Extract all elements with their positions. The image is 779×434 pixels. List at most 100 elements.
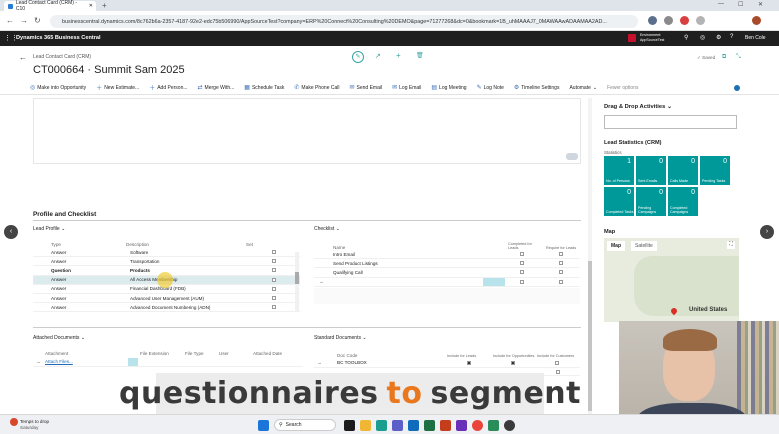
- action-new-estimate[interactable]: ＋ New Estimate...: [96, 83, 139, 93]
- set-checkbox[interactable]: [272, 277, 276, 282]
- checklist-name-cell[interactable]: Send Product Listings: [333, 261, 483, 266]
- stat-tile[interactable]: 1 No. of Persons: [604, 156, 634, 185]
- profile-avatar-icon[interactable]: [752, 16, 761, 25]
- browser-tab[interactable]: Lead Contact Card (CRM) - C10 ✕: [4, 0, 96, 12]
- back-arrow-icon[interactable]: ←: [19, 53, 27, 62]
- reload-icon[interactable]: ↻: [34, 16, 41, 25]
- attached-documents-heading[interactable]: Attached Documents ⌄: [33, 335, 85, 341]
- info-icon[interactable]: [734, 85, 740, 91]
- table-row[interactable]: →: [314, 277, 580, 287]
- stat-tile[interactable]: 0 Sent Emails: [636, 156, 666, 185]
- action-send-email[interactable]: ✉ Send Email: [350, 84, 383, 92]
- map-view[interactable]: Map Satellite ⛶ United States: [604, 238, 739, 322]
- lead-profile-heading[interactable]: Lead Profile ⌄: [33, 226, 65, 232]
- include-opportunities-checkbox[interactable]: [511, 360, 515, 365]
- include-customers-checkbox[interactable]: [556, 369, 560, 374]
- fullscreen-icon[interactable]: ⛶: [727, 241, 735, 249]
- required-checkbox[interactable]: [559, 261, 563, 266]
- new-record-icon[interactable]: +: [396, 51, 401, 60]
- stat-tile[interactable]: 0 Completed Campaigns: [668, 187, 698, 216]
- forward-icon[interactable]: →: [20, 16, 28, 25]
- completed-checkbox[interactable]: [520, 270, 524, 275]
- include-customers-checkbox[interactable]: [555, 360, 559, 365]
- standard-documents-heading[interactable]: Standard Documents ⌄: [314, 335, 367, 341]
- close-window-icon[interactable]: ✕: [758, 1, 763, 8]
- required-checkbox[interactable]: [559, 270, 563, 275]
- drag-drop-heading[interactable]: Drag & Drop Activities ⌄: [604, 104, 672, 110]
- action-automate[interactable]: Automate ⌄: [569, 85, 597, 91]
- description-cell[interactable]: Advanced User Management (AUM): [126, 296, 272, 301]
- action-schedule-task[interactable]: ▦ Schedule Task: [244, 84, 284, 92]
- set-checkbox[interactable]: [272, 268, 276, 273]
- weather-icon[interactable]: [10, 418, 18, 426]
- action-make-phone-call[interactable]: ✆ Make Phone Call: [294, 84, 339, 92]
- action-log-note[interactable]: ✎ Log Note: [477, 84, 504, 92]
- stat-tile[interactable]: 0 Pending Tasks: [700, 156, 730, 185]
- completed-checkbox[interactable]: [520, 261, 524, 266]
- empty-cell[interactable]: [483, 268, 505, 276]
- teams-icon[interactable]: [392, 420, 403, 431]
- app-icon[interactable]: [504, 420, 515, 431]
- table-row[interactable]: Answer Advanced User Management (AUM): [33, 294, 300, 304]
- profile-checklist-heading[interactable]: Profile and Checklist: [33, 211, 96, 218]
- weather-text[interactable]: Temps to drop Saturday: [20, 419, 49, 430]
- table-row[interactable]: Intro Email: [314, 250, 580, 260]
- action-log-email[interactable]: ✉ Log Email: [392, 84, 421, 92]
- include-leads-checkbox[interactable]: [467, 360, 471, 365]
- set-checkbox[interactable]: [272, 296, 276, 301]
- scrollbar-thumb[interactable]: [295, 272, 299, 284]
- bell-icon[interactable]: ◎: [700, 34, 705, 41]
- checklist-name-cell[interactable]: Qualifying Call: [333, 270, 483, 275]
- timeline-toggle-icon[interactable]: [566, 153, 578, 160]
- task-view-icon[interactable]: [344, 420, 355, 431]
- extension-icon[interactable]: [680, 16, 689, 25]
- lead-stats-heading[interactable]: Lead Statistics (CRM): [604, 140, 662, 146]
- scrollbar-thumb[interactable]: [588, 261, 592, 411]
- new-tab-button[interactable]: +: [102, 1, 107, 10]
- set-checkbox[interactable]: [272, 286, 276, 291]
- share-icon[interactable]: ↗: [375, 52, 381, 60]
- empty-cell[interactable]: [483, 250, 505, 258]
- table-row[interactable]: Answer Software: [33, 248, 300, 258]
- description-cell[interactable]: Software: [126, 250, 272, 255]
- action-fewer-options[interactable]: Fewer options: [607, 85, 638, 91]
- outlook-icon[interactable]: [408, 420, 419, 431]
- edge-icon[interactable]: [376, 420, 387, 431]
- doc-code-cell[interactable]: BC TOOLBOX: [337, 360, 467, 365]
- drag-drop-zone[interactable]: [604, 115, 737, 129]
- satellite-tab[interactable]: Satellite: [631, 241, 657, 251]
- action-add-person[interactable]: ＋ Add Person...: [149, 83, 187, 93]
- url-input[interactable]: businesscentral.dynamics.com/8c762b6a-23…: [50, 15, 638, 28]
- collapse-icon[interactable]: ⤡: [736, 54, 741, 61]
- extension-icon[interactable]: [648, 16, 657, 25]
- required-checkbox[interactable]: [559, 279, 563, 284]
- attach-files-link[interactable]: Attach Files...: [45, 359, 128, 364]
- search-icon[interactable]: ⚲: [684, 34, 688, 41]
- lead-profile-scrollbar[interactable]: [295, 252, 299, 312]
- open-new-window-icon[interactable]: ⧉: [722, 54, 726, 61]
- app-icon[interactable]: [488, 420, 499, 431]
- table-row[interactable]: → BC TOOLBOX: [314, 358, 580, 368]
- description-cell[interactable]: Advanced Document Numbering (ADN): [126, 305, 272, 310]
- description-cell[interactable]: All Access Membership: [126, 277, 272, 282]
- edit-icon[interactable]: ✎: [352, 51, 364, 63]
- action-make-into-opportunity[interactable]: ◎ Make into Opportunity: [30, 84, 86, 92]
- action-log-meeting[interactable]: ▤ Log Meeting: [431, 84, 466, 92]
- selected-cell[interactable]: [483, 277, 505, 286]
- previous-record-icon[interactable]: ‹: [4, 225, 18, 239]
- checklist-heading[interactable]: Checklist ⌄: [314, 226, 340, 232]
- table-row[interactable]: → Attach Files...: [33, 357, 303, 367]
- app-icon[interactable]: [456, 420, 467, 431]
- map-tab[interactable]: Map: [607, 241, 625, 251]
- next-record-icon[interactable]: ›: [760, 225, 774, 239]
- help-icon[interactable]: ?: [730, 34, 733, 40]
- description-cell[interactable]: Products: [126, 268, 272, 273]
- powerpoint-icon[interactable]: [440, 420, 451, 431]
- windows-start-icon[interactable]: [258, 420, 269, 431]
- minimize-icon[interactable]: —: [718, 1, 724, 7]
- stat-tile[interactable]: 0 Calls Made: [668, 156, 698, 185]
- table-row[interactable]: Answer Transportation: [33, 257, 300, 267]
- table-row[interactable]: Send Product Listings: [314, 259, 580, 269]
- excel-icon[interactable]: [424, 420, 435, 431]
- stat-tile[interactable]: 0 Completed Tasks: [604, 187, 634, 216]
